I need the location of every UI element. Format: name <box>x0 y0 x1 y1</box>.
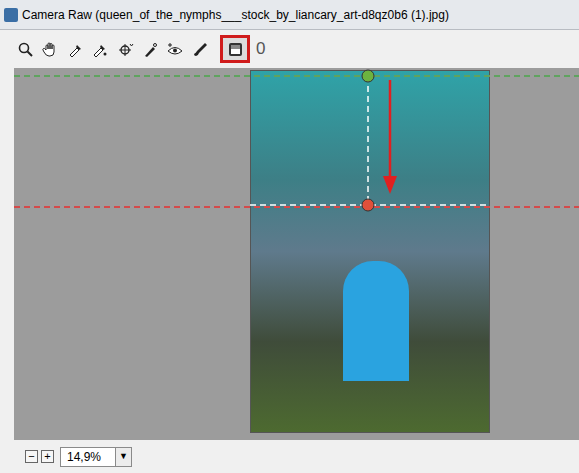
zoom-value[interactable]: 14,9% <box>61 448 115 466</box>
tool-button[interactable] <box>189 36 211 62</box>
status-bar: −+14,9%▼ <box>0 440 579 473</box>
spot-removal-icon <box>142 41 159 58</box>
title-bar: Camera Raw (queen_of_the_nymphs___stock_… <box>0 0 579 30</box>
tool-button[interactable] <box>220 35 250 63</box>
red-eye-icon <box>167 41 184 58</box>
zoom-out-button[interactable]: − <box>25 450 38 463</box>
toolbar: 0 <box>0 30 579 68</box>
adjustment-brush-icon <box>192 41 209 58</box>
preview-area[interactable] <box>14 68 579 440</box>
color-sampler-icon <box>92 41 109 58</box>
zoom-menu-button[interactable]: ▼ <box>115 448 131 466</box>
tool-button[interactable] <box>164 36 186 62</box>
tool-button[interactable] <box>39 36 61 62</box>
zoom-field[interactable]: 14,9%▼ <box>60 447 132 467</box>
figure <box>343 261 409 381</box>
tool-button[interactable] <box>139 36 161 62</box>
counter: 0 <box>256 36 265 62</box>
white-balance-icon <box>67 41 84 58</box>
hand-icon <box>42 41 59 58</box>
graduated-filter-overlay[interactable] <box>14 68 579 440</box>
tool-button[interactable] <box>89 36 111 62</box>
tool-button[interactable] <box>114 36 136 62</box>
targeted-adjustment-icon <box>117 41 134 58</box>
tool-button[interactable] <box>64 36 86 62</box>
zoom-in-button[interactable]: + <box>41 450 54 463</box>
graduated-filter-icon <box>227 41 244 58</box>
app-icon <box>4 8 18 22</box>
zoom-icon <box>17 41 34 58</box>
photo <box>250 70 490 433</box>
tool-button[interactable] <box>14 36 36 62</box>
window-title: Camera Raw (queen_of_the_nymphs___stock_… <box>22 6 449 24</box>
